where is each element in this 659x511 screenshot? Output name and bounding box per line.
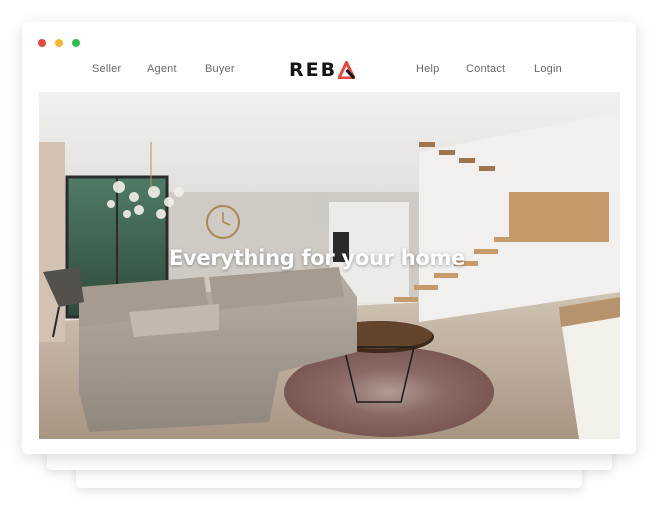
nav-link-seller[interactable]: Seller (92, 63, 121, 75)
top-navigation: Seller Agent Buyer REB Help Contact Logi… (22, 58, 636, 82)
logo-wordmark: REB (289, 59, 338, 81)
hero-headline: Everything for your home (168, 246, 466, 270)
hero-banner: Everything for your home (39, 92, 620, 439)
nav-link-agent[interactable]: Agent (147, 63, 177, 75)
nav-link-login[interactable]: Login (534, 63, 562, 75)
browser-window: Seller Agent Buyer REB Help Contact Logi… (22, 22, 636, 454)
maximize-dot-icon[interactable] (72, 39, 80, 47)
nav-link-contact[interactable]: Contact (466, 63, 505, 75)
nav-link-help[interactable]: Help (416, 63, 439, 75)
nav-link-buyer[interactable]: Buyer (205, 63, 235, 75)
window-controls (38, 39, 80, 47)
brand-logo[interactable]: REB (289, 59, 356, 81)
minimize-dot-icon[interactable] (55, 39, 63, 47)
close-dot-icon[interactable] (38, 39, 46, 47)
logo-a-icon (338, 61, 356, 79)
